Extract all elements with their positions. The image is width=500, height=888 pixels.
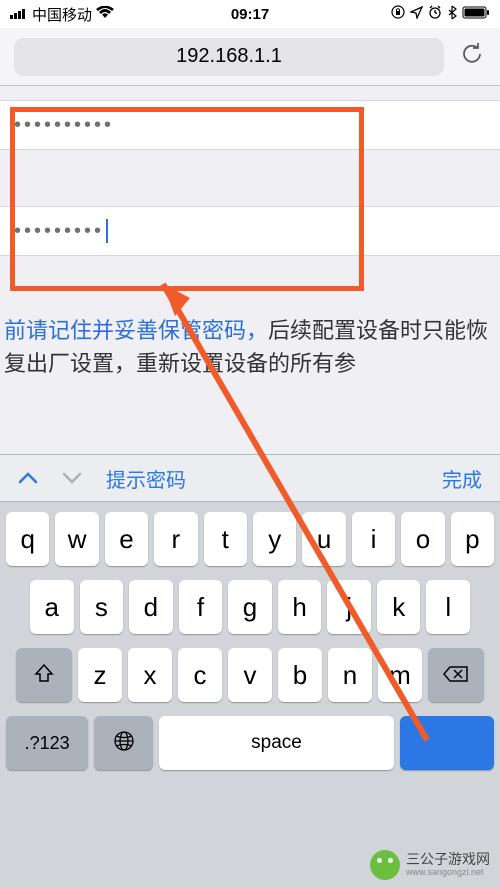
text-cursor: [106, 219, 108, 243]
backspace-icon: [443, 660, 469, 691]
key-j[interactable]: j: [327, 580, 371, 634]
prev-field-button[interactable]: [18, 464, 38, 492]
url-field[interactable]: 192.168.1.1: [14, 38, 444, 76]
shift-key[interactable]: [16, 648, 72, 702]
help-text-emphasis: 前请记住并妥善保管密码，: [4, 318, 268, 343]
alarm-icon: [428, 5, 442, 23]
key-o[interactable]: o: [401, 512, 444, 566]
lock-icon: [391, 5, 405, 23]
carrier-label: 中国移动: [32, 4, 92, 25]
backspace-key[interactable]: [428, 648, 484, 702]
shift-icon: [33, 660, 55, 691]
wifi-icon: [96, 6, 114, 23]
go-key[interactable]: [400, 716, 494, 770]
key-v[interactable]: v: [228, 648, 272, 702]
watermark-text: 三公子游戏网 www.sangongzi.net: [406, 852, 490, 877]
url-text: 192.168.1.1: [176, 45, 282, 68]
reload-button[interactable]: [458, 43, 486, 71]
browser-address-bar: 192.168.1.1: [0, 28, 500, 86]
key-t[interactable]: t: [204, 512, 247, 566]
key-i[interactable]: i: [352, 512, 395, 566]
key-row-3: z x c v b n m: [6, 648, 494, 702]
status-right: [391, 5, 490, 24]
key-r[interactable]: r: [154, 512, 197, 566]
keyboard-accessory-bar: 提示密码 完成: [0, 454, 500, 502]
done-button[interactable]: 完成: [442, 464, 482, 493]
globe-icon: [113, 728, 135, 759]
key-z[interactable]: z: [78, 648, 122, 702]
watermark-url: www.sangongzi.net: [406, 868, 490, 878]
key-s[interactable]: s: [80, 580, 124, 634]
password-field-1[interactable]: ••••••••••: [0, 100, 500, 150]
watermark: 三公子游戏网 www.sangongzi.net: [370, 850, 490, 880]
key-e[interactable]: e: [105, 512, 148, 566]
key-y[interactable]: y: [253, 512, 296, 566]
key-l[interactable]: l: [426, 580, 470, 634]
watermark-name: 三公子游戏网: [406, 852, 490, 867]
key-a[interactable]: a: [30, 580, 74, 634]
key-row-2: a s d f g h j k l: [6, 580, 494, 634]
password-field-2[interactable]: •••••••••: [0, 206, 500, 256]
watermark-logo-icon: [370, 850, 400, 880]
clock-label: 09:17: [231, 6, 269, 23]
key-n[interactable]: n: [328, 648, 372, 702]
suggest-password-button[interactable]: 提示密码: [106, 464, 186, 493]
key-row-1: q w e r t y u i o p: [6, 512, 494, 566]
numeric-key[interactable]: .?123: [6, 716, 88, 770]
key-q[interactable]: q: [6, 512, 49, 566]
reload-icon: [460, 41, 484, 72]
key-p[interactable]: p: [451, 512, 494, 566]
signal-icon: [10, 6, 28, 23]
password-1-value: ••••••••••: [14, 114, 114, 137]
soft-keyboard: q w e r t y u i o p a s d f g h j k l z …: [0, 502, 500, 888]
help-text: 前请记住并妥善保管密码，后续配置设备时只能恢复出厂设置，重新设置设备的所有参: [0, 314, 500, 380]
status-left: 中国移动: [10, 4, 114, 25]
key-m[interactable]: m: [378, 648, 422, 702]
key-row-4: .?123 space: [6, 716, 494, 770]
location-icon: [410, 6, 423, 23]
key-w[interactable]: w: [55, 512, 98, 566]
space-key[interactable]: space: [159, 716, 394, 770]
key-g[interactable]: g: [228, 580, 272, 634]
key-u[interactable]: u: [302, 512, 345, 566]
key-x[interactable]: x: [128, 648, 172, 702]
globe-key[interactable]: [94, 716, 153, 770]
key-d[interactable]: d: [129, 580, 173, 634]
password-2-value: •••••••••: [14, 220, 104, 243]
key-b[interactable]: b: [278, 648, 322, 702]
key-h[interactable]: h: [278, 580, 322, 634]
status-bar: 中国移动 09:17: [0, 0, 500, 28]
key-c[interactable]: c: [178, 648, 222, 702]
page-content: •••••••••• ••••••••• 前请记住并妥善保管密码，后续配置设备时…: [0, 100, 500, 380]
key-f[interactable]: f: [179, 580, 223, 634]
key-k[interactable]: k: [377, 580, 421, 634]
next-field-button[interactable]: [62, 464, 82, 492]
bluetooth-icon: [447, 5, 457, 24]
battery-icon: [462, 6, 490, 23]
